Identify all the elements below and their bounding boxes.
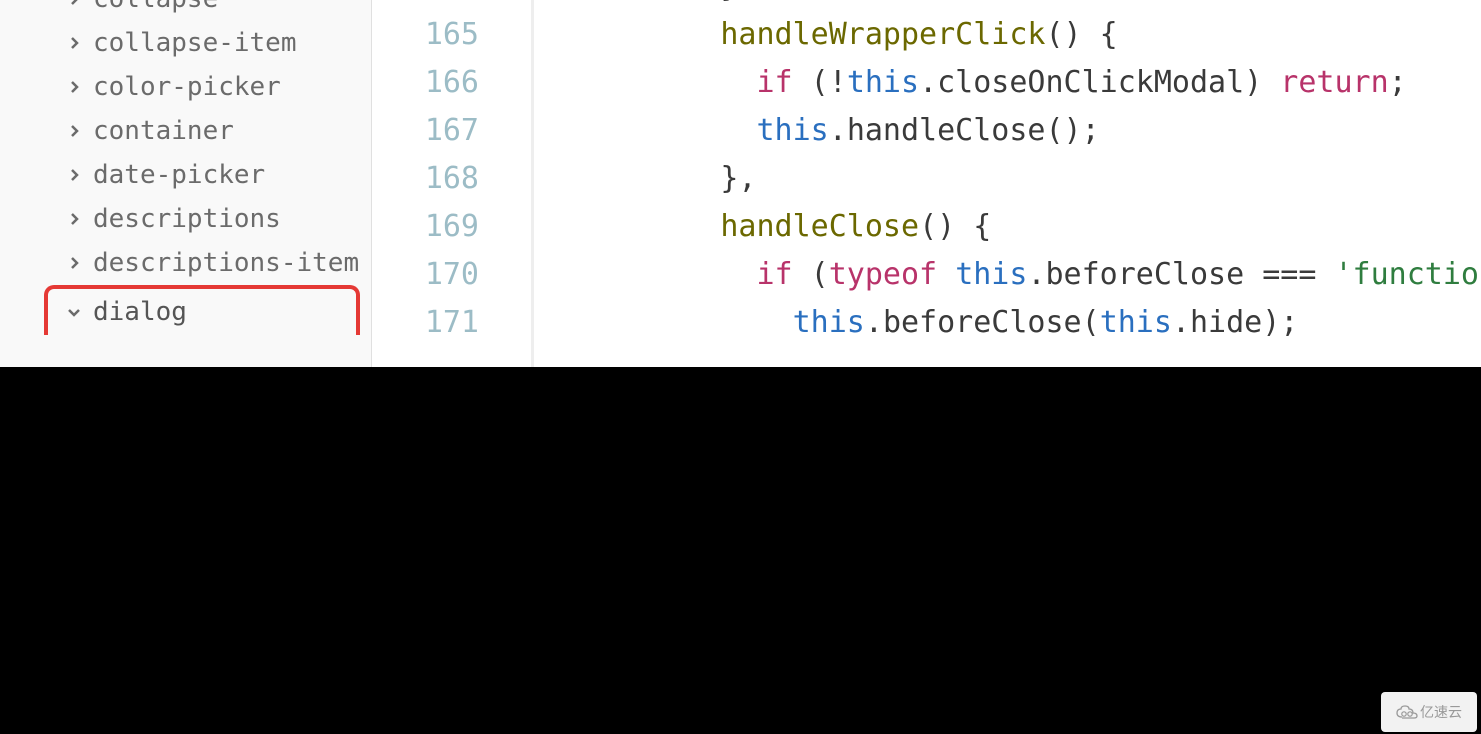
token-kw-this: this	[793, 305, 865, 340]
token-kw-this: this	[955, 257, 1027, 292]
chevron-right-icon[interactable]	[65, 254, 83, 272]
watermark-text: 亿速云	[1420, 702, 1462, 722]
line-number: 164	[372, 0, 479, 11]
token-kw-if: if	[757, 257, 793, 292]
chevron-right-icon[interactable]	[65, 210, 83, 228]
tree-item-label: color-picker	[93, 72, 281, 102]
watermark-badge: 亿速云	[1381, 692, 1477, 732]
code-editor: 164165166167168169170171 }, handleWrappe…	[372, 0, 1481, 367]
token-prop: beforeClose	[883, 305, 1082, 340]
token-punc: )	[1244, 65, 1280, 100]
token-punc: .	[1172, 305, 1190, 340]
token-punc: ();	[1046, 113, 1100, 148]
token-str: 'function	[1335, 257, 1481, 292]
chevron-right-icon[interactable]	[65, 34, 83, 52]
tree-item-label: date-picker	[93, 160, 265, 190]
token-punc: .	[1027, 257, 1045, 292]
token-indent	[612, 161, 720, 196]
line-number: 169	[372, 203, 479, 251]
token-indent	[612, 17, 720, 52]
line-number: 165	[372, 11, 479, 59]
token-fn: handleWrapperClick	[720, 17, 1045, 52]
token-punc: );	[1262, 305, 1298, 340]
token-indent	[612, 257, 757, 292]
line-number: 166	[372, 59, 479, 107]
line-number: 167	[372, 107, 479, 155]
line-number: 168	[372, 155, 479, 203]
token-indent	[612, 305, 793, 340]
token-punc: () {	[1045, 17, 1117, 52]
tree-item-color-picker[interactable]: color-picker	[0, 65, 371, 109]
code-line[interactable]: handleWrapperClick() {	[612, 11, 1481, 59]
code-line[interactable]: },	[612, 155, 1481, 203]
token-kw-this: this	[847, 65, 919, 100]
token-punc	[937, 257, 955, 292]
line-number: 170	[372, 251, 479, 299]
code-area[interactable]: }, handleWrapperClick() { if (!this.clos…	[532, 0, 1481, 367]
tree-item-label: descriptions	[93, 204, 281, 234]
token-punc: .	[865, 305, 883, 340]
chevron-right-icon[interactable]	[65, 122, 83, 140]
code-line[interactable]: if (typeof this.beforeClose === 'functio…	[612, 251, 1481, 299]
code-line[interactable]: },	[612, 0, 1481, 11]
line-number-gutter: 164165166167168169170171	[372, 0, 532, 367]
token-punc: (!	[793, 65, 847, 100]
token-op: ===	[1244, 257, 1334, 292]
file-tree-sidebar: collapse collapse-item color-picker contain…	[0, 0, 372, 367]
token-punc: },	[720, 0, 756, 4]
blackout-region	[0, 367, 1481, 734]
token-indent	[612, 113, 757, 148]
token-kw-return: return	[1280, 65, 1388, 100]
code-line[interactable]: this.beforeClose(this.hide);	[612, 299, 1481, 347]
code-line[interactable]: this.handleClose();	[612, 107, 1481, 155]
chevron-down-icon[interactable]	[65, 303, 83, 321]
tree-item-label: dialog	[93, 297, 187, 327]
code-line[interactable]: handleClose() {	[612, 203, 1481, 251]
token-kw-typeof: typeof	[829, 257, 937, 292]
token-prop: hide	[1190, 305, 1262, 340]
tree-item-descriptions-item[interactable]: descriptions-item	[0, 241, 371, 285]
code-line[interactable]: if (!this.closeOnClickModal) return;	[612, 59, 1481, 107]
token-kw-this: this	[1100, 305, 1172, 340]
token-punc: () {	[919, 209, 991, 244]
tree-item-collapse-item[interactable]: collapse-item	[0, 21, 371, 65]
chevron-right-icon[interactable]	[65, 0, 83, 8]
token-punc: (	[1082, 305, 1100, 340]
token-kw-this: this	[757, 113, 829, 148]
tree-item-label: collapse-item	[93, 28, 297, 58]
tree-item-date-picker[interactable]: date-picker	[0, 153, 371, 197]
token-fn: handleClose	[720, 209, 919, 244]
token-prop: beforeClose	[1046, 257, 1245, 292]
tree-item-descriptions[interactable]: descriptions	[0, 197, 371, 241]
tree-item-label: container	[93, 116, 234, 146]
chevron-right-icon[interactable]	[65, 166, 83, 184]
tree-item-label: descriptions-item	[93, 248, 359, 278]
tree-item-dialog[interactable]: dialog	[44, 285, 360, 335]
chevron-right-icon[interactable]	[65, 78, 83, 96]
token-punc: .	[829, 113, 847, 148]
tree-item-collapse[interactable]: collapse	[0, 0, 371, 21]
token-punc: (	[793, 257, 829, 292]
token-kw-if: if	[757, 65, 793, 100]
token-indent	[612, 65, 757, 100]
tree-item-container[interactable]: container	[0, 109, 371, 153]
cloud-icon	[1396, 705, 1418, 719]
token-punc: },	[720, 161, 756, 196]
token-indent	[612, 209, 720, 244]
tree-item-label: collapse	[93, 0, 218, 14]
line-number: 171	[372, 299, 479, 347]
token-prop: handleClose	[847, 113, 1046, 148]
token-indent	[612, 0, 720, 4]
token-punc: .	[919, 65, 937, 100]
token-punc: ;	[1389, 65, 1407, 100]
token-prop: closeOnClickModal	[937, 65, 1244, 100]
